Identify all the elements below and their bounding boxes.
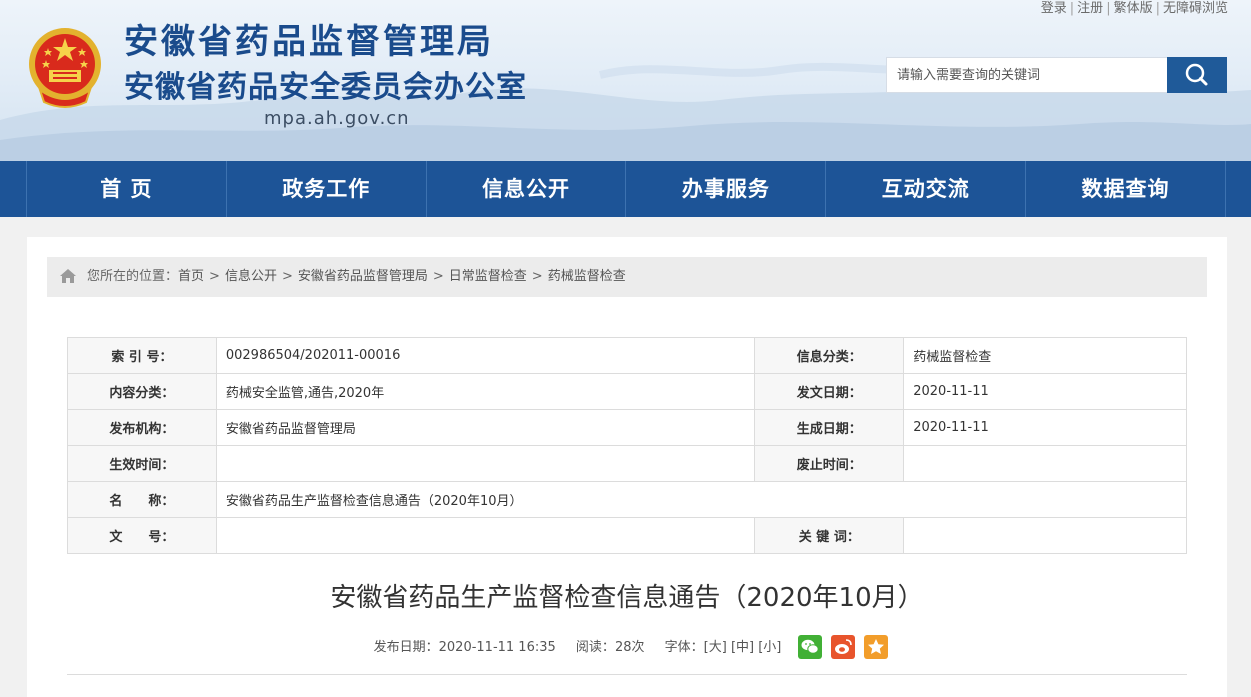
keywords-value — [903, 517, 1187, 554]
breadcrumb-separator: > — [209, 269, 220, 284]
nav-item-information-disclosure[interactable]: 信息公开 — [425, 161, 626, 217]
breadcrumb-prefix: 您所在的位置： — [87, 269, 179, 284]
national-emblem-icon — [29, 28, 101, 108]
weibo-share-button[interactable] — [831, 634, 856, 659]
search-button[interactable] — [1167, 57, 1227, 93]
main-nav: 首 页 政务工作 信息公开 办事服务 互动交流 数据查询 — [0, 161, 1251, 217]
content-panel: 您所在的位置：首页 > 信息公开 > 安徽省药品监督管理局 > 日常监督检查 > 药械监督检查 … — [27, 237, 1227, 697]
nav-item-government-affairs[interactable]: 政务工作 — [225, 161, 426, 217]
font-size-small-button[interactable]: [小] — [758, 640, 781, 655]
document-number-label: 文 号： — [67, 517, 217, 554]
table-row: 文 号： 关 键 词： — [67, 517, 1187, 554]
breadcrumb: 您所在的位置：首页 > 信息公开 > 安徽省药品监督管理局 > 日常监督检查 > 药械监督检查 — [47, 257, 1207, 297]
login-link[interactable]: 登录 — [1041, 1, 1067, 16]
nav-item-services[interactable]: 办事服务 — [625, 161, 825, 217]
issue-date-label: 发文日期： — [754, 373, 905, 410]
publisher-value: 安徽省药品监督管理局 — [215, 409, 756, 446]
content-category-value: 药械安全监管,通告,2020年 — [215, 373, 756, 410]
breadcrumb-bureau[interactable]: 安徽省药品监督管理局 — [298, 269, 428, 284]
star-icon — [868, 638, 885, 654]
accessibility-link[interactable]: 无障碍浏览 — [1163, 1, 1228, 16]
font-size-large-button[interactable]: [大] — [704, 640, 727, 655]
wechat-icon — [801, 639, 820, 654]
article-meta: 发布日期：2020-11-11 16:35 阅读：28次 字体：[大] [中] … — [27, 634, 1227, 661]
document-number-value — [215, 517, 756, 554]
breadcrumb-separator: > — [531, 269, 543, 284]
site-domain: mpa.ah.gov.cn — [264, 108, 410, 129]
keywords-label: 关 键 词： — [754, 517, 905, 554]
generated-date-value: 2020-11-11 — [903, 409, 1187, 446]
effective-time-value — [215, 445, 756, 482]
content-category-label: 内容分类： — [67, 373, 217, 410]
divider — [67, 674, 1187, 675]
table-row: 生效时间： 废止时间： — [67, 445, 1187, 482]
font-size-medium-button[interactable]: [中] — [731, 640, 754, 655]
font-size-label: 字体： — [664, 640, 704, 655]
category-label: 信息分类： — [754, 337, 905, 374]
weibo-icon — [835, 638, 853, 654]
table-row: 索 引 号： 002986504/202011-00016 信息分类： 药械监督… — [67, 337, 1187, 374]
breadcrumb-info-disclosure[interactable]: 信息公开 — [225, 269, 277, 284]
breadcrumb-separator: > — [432, 269, 444, 284]
table-row: 名 称： 安徽省药品生产监督检查信息通告（2020年10月） — [67, 481, 1188, 518]
publish-date-label: 发布日期： — [373, 640, 439, 655]
site-header: 安徽省药品监督管理局 安徽省药品安全委员会办公室 mpa.ah.gov.cn 登… — [0, 0, 1251, 161]
traditional-chinese-link[interactable]: 繁体版 — [1114, 1, 1153, 16]
index-value: 002986504/202011-00016 — [215, 337, 756, 374]
nav-item-interaction[interactable]: 互动交流 — [825, 161, 1025, 217]
site-title: 安徽省药品监督管理局 — [124, 22, 494, 62]
abolish-time-value — [903, 445, 1187, 482]
wechat-share-button[interactable] — [798, 634, 823, 659]
top-links: 登录 | 注册 | 繁体版 | 无障碍浏览 — [1041, 0, 1228, 18]
publish-date-value: 2020-11-11 16:35 — [438, 640, 556, 655]
publisher-label: 发布机构： — [67, 409, 217, 446]
read-count-label: 阅读： — [575, 640, 615, 655]
read-count-value: 28次 — [614, 640, 645, 655]
table-row: 发布机构： 安徽省药品监督管理局 生成日期： 2020-11-11 — [67, 409, 1187, 446]
abolish-time-label: 废止时间： — [754, 445, 905, 482]
breadcrumb-daily-inspection[interactable]: 日常监督检查 — [449, 269, 527, 284]
table-row: 内容分类： 药械安全监管,通告,2020年 发文日期： 2020-11-11 — [67, 373, 1187, 410]
effective-time-label: 生效时间： — [67, 445, 217, 482]
separator: | — [1155, 1, 1160, 16]
breadcrumb-home[interactable]: 首页 — [178, 269, 204, 284]
nav-item-data-query[interactable]: 数据查询 — [1025, 161, 1226, 217]
separator: | — [1069, 1, 1075, 16]
site-subtitle: 安徽省药品安全委员会办公室 — [124, 70, 527, 105]
index-label: 索 引 号： — [67, 337, 217, 374]
breadcrumb-separator: > — [281, 269, 293, 284]
name-value: 安徽省药品生产监督检查信息通告（2020年10月） — [215, 481, 1188, 518]
nav-item-home[interactable]: 首 页 — [26, 161, 226, 217]
register-link[interactable]: 注册 — [1077, 1, 1103, 16]
breadcrumb-drug-device-inspection[interactable]: 药械监督检查 — [548, 269, 626, 284]
article-title: 安徽省药品生产监督检查信息通告（2020年10月） — [330, 583, 924, 613]
separator: | — [1106, 1, 1111, 16]
favorite-button[interactable] — [864, 634, 889, 659]
generated-date-label: 生成日期： — [754, 409, 905, 446]
home-icon — [60, 269, 76, 283]
category-value: 药械监督检查 — [903, 337, 1187, 374]
name-label: 名 称： — [67, 481, 217, 518]
search-input[interactable] — [887, 58, 1187, 92]
issue-date-value: 2020-11-11 — [903, 373, 1187, 410]
search-box — [886, 57, 1227, 93]
info-table: 索 引 号： 002986504/202011-00016 信息分类： 药械监督… — [67, 337, 1188, 554]
search-icon — [1185, 63, 1208, 86]
